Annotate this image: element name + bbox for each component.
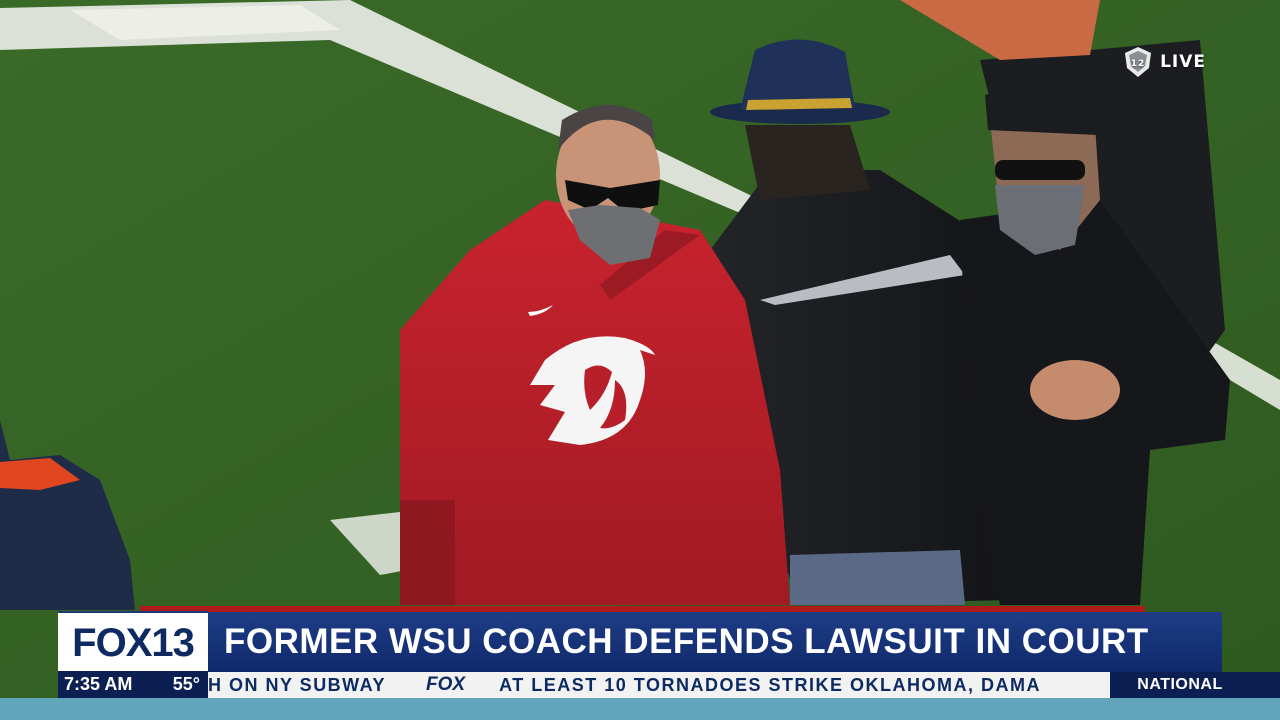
ticker-brand: FOX xyxy=(426,674,466,695)
live-label: LIVE xyxy=(1160,52,1206,72)
pac12-logo-icon: 12 xyxy=(1124,46,1152,78)
svg-text:12: 12 xyxy=(1131,59,1146,69)
news-ticker: H ON NY SUBWAY FOX AT LEAST 10 TORNADOES… xyxy=(208,672,1110,698)
ticker-category: NATIONAL xyxy=(1110,672,1280,698)
time-temp-box: 7:35 AM 55° xyxy=(58,671,208,698)
station-logo-text: FOX13 xyxy=(72,620,195,665)
headline-bar: FORMER WSU COACH DEFENDS LAWSUIT IN COUR… xyxy=(208,612,1222,672)
bottom-strip xyxy=(0,698,1280,720)
ticker-item-prev: H ON NY SUBWAY xyxy=(208,674,387,695)
ticker-item-current: AT LEAST 10 TORNADOES STRIKE OKLAHOMA, D… xyxy=(499,674,1041,695)
headline-text: FORMER WSU COACH DEFENDS LAWSUIT IN COUR… xyxy=(224,622,1149,661)
station-logo: FOX13 xyxy=(58,611,208,673)
clock-time: 7:35 AM xyxy=(64,674,133,694)
live-indicator: 12 LIVE xyxy=(1124,46,1206,78)
temperature: 55° xyxy=(172,674,200,694)
